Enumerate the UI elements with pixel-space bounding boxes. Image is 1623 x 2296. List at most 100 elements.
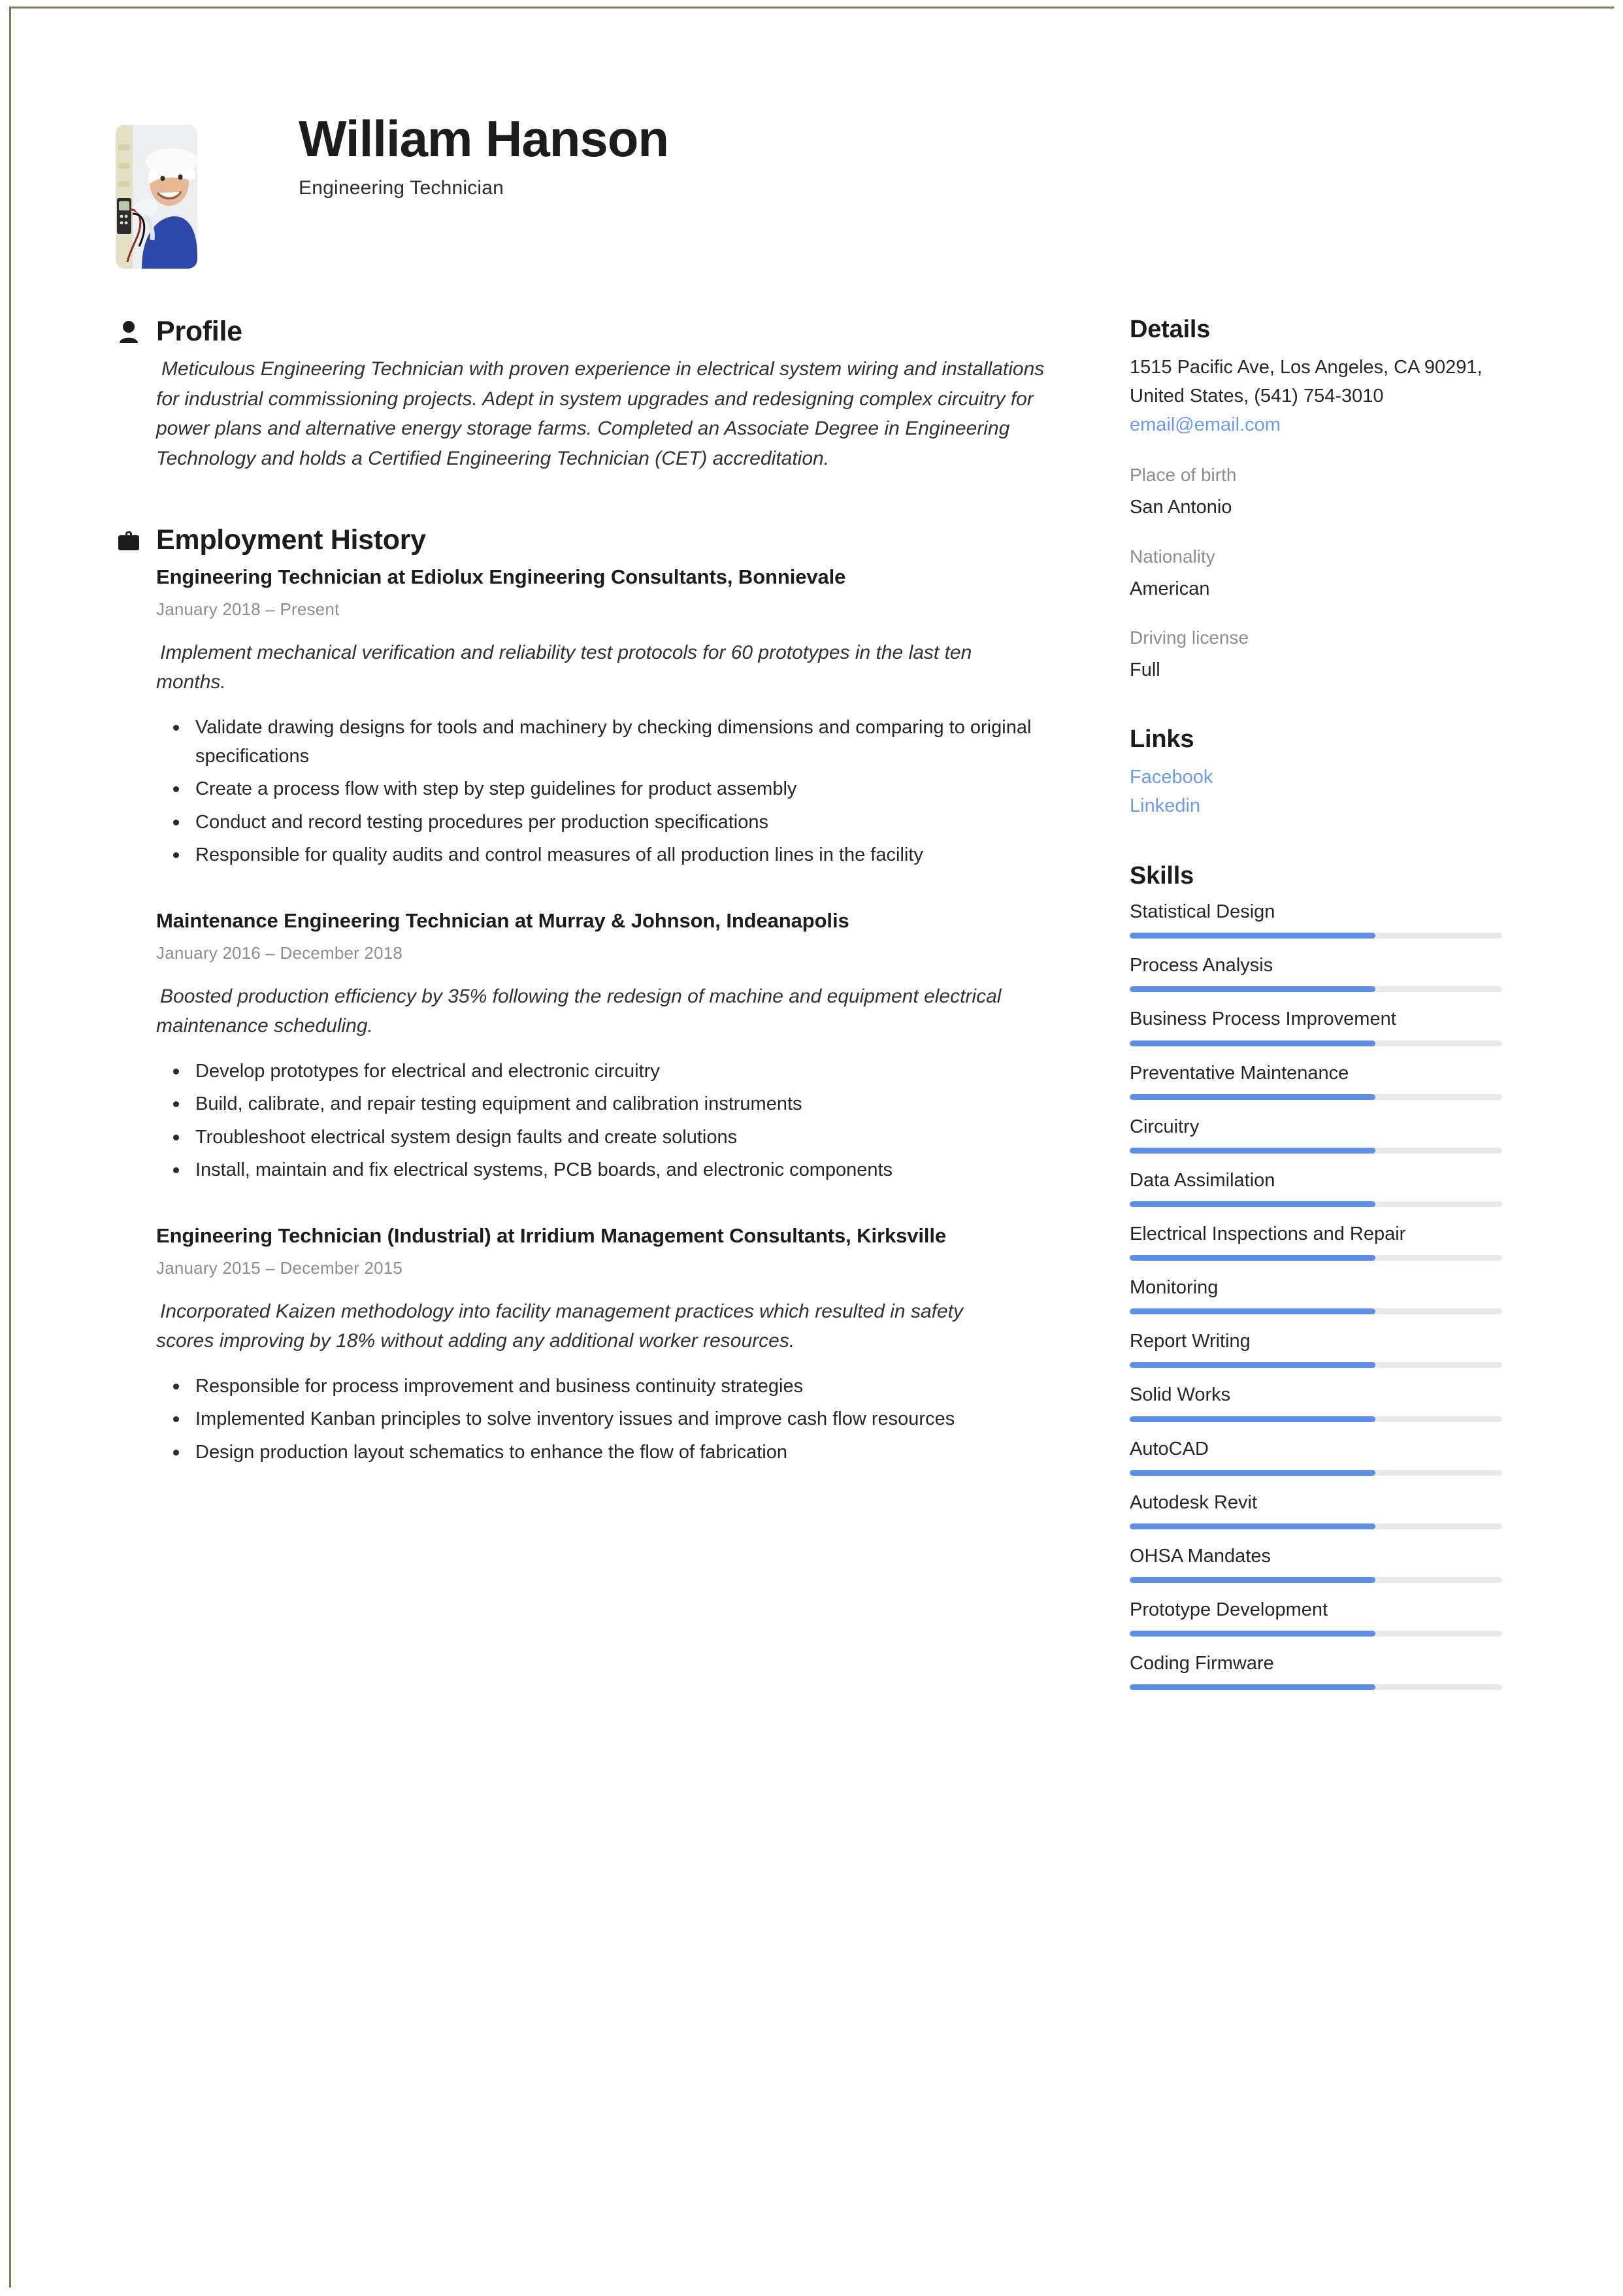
employment-section-title: Employment History — [156, 524, 426, 556]
link-linkedin[interactable]: Linkedin — [1130, 791, 1509, 820]
job-bullet: Validate drawing designs for tools and m… — [173, 714, 1045, 771]
job-heading: Engineering Technician at Ediolux Engine… — [156, 565, 846, 589]
job-heading: Engineering Technician (Industrial) at I… — [156, 1223, 947, 1247]
job-bullet: Install, maintain and fix electrical sys… — [173, 1156, 1045, 1185]
skill-level-track — [1130, 1577, 1502, 1583]
skill-level-track — [1130, 1631, 1502, 1637]
skill-level-fill — [1130, 1093, 1376, 1100]
skill-name: Prototype Development — [1130, 1599, 1328, 1620]
skill-name: Monitoring — [1130, 1277, 1219, 1299]
skill-level-track — [1130, 1040, 1502, 1046]
links-section: Links Facebook Linkedin — [1130, 725, 1509, 820]
job-bullet: Conduct and record testing procedures pe… — [173, 808, 1045, 837]
skill-name: AutoCAD — [1130, 1438, 1209, 1459]
job-summary: Incorporated Kaizen methodology into fac… — [156, 1300, 963, 1352]
employment-section: Employment History Engineering Technicia… — [116, 524, 1096, 1467]
skill-level-track — [1130, 1523, 1502, 1529]
skill-level-fill — [1130, 1308, 1376, 1315]
employment-entry: Engineering Technician (Industrial) at I… — [156, 1222, 1071, 1467]
skill-level-fill — [1130, 1255, 1376, 1261]
skill-name: Report Writing — [1130, 1331, 1251, 1352]
skill-name: Solid Works — [1130, 1384, 1231, 1406]
skill-name: Statistical Design — [1130, 901, 1275, 923]
job-title-subtitle: Engineering Technician — [299, 177, 504, 199]
skill-item: Statistical Design — [1130, 899, 1509, 939]
skill-level-fill — [1130, 1631, 1376, 1637]
details-field: Place of birth San Antonio — [1130, 461, 1509, 521]
skill-item: Monitoring — [1130, 1275, 1509, 1315]
details-field-label: Place of birth — [1130, 465, 1237, 486]
job-bullet: Develop prototypes for electrical and el… — [173, 1057, 1045, 1086]
skill-level-fill — [1130, 1147, 1376, 1154]
skill-item: Report Writing — [1130, 1329, 1509, 1369]
skill-level-track — [1130, 1308, 1502, 1315]
skill-name: Electrical Inspections and Repair — [1130, 1223, 1406, 1245]
skill-level-track — [1130, 1255, 1502, 1261]
skill-level-track — [1130, 933, 1502, 939]
links-section-title: Links — [1130, 725, 1194, 754]
skill-item: Coding Firmware — [1130, 1651, 1509, 1691]
job-dates: January 2016 – December 2018 — [156, 942, 403, 963]
job-bullet: Responsible for quality audits and contr… — [173, 841, 1045, 870]
skills-section-title: Skills — [1130, 862, 1194, 890]
profile-section: Profile Meticulous Engineering Technicia… — [116, 316, 1096, 473]
skill-item: Business Process Improvement — [1130, 1007, 1509, 1046]
skill-name: Data Assimilation — [1130, 1169, 1275, 1191]
job-bullet-list: Responsible for process improvement and … — [156, 1373, 1045, 1467]
job-bullet: Implemented Kanban principles to solve i… — [173, 1405, 1045, 1434]
job-dates: January 2015 – December 2015 — [156, 1257, 403, 1278]
main-column: Profile Meticulous Engineering Technicia… — [116, 316, 1096, 1471]
employment-entry: Maintenance Engineering Technician at Mu… — [156, 907, 1071, 1185]
skill-level-track — [1130, 986, 1502, 993]
employment-entry: Engineering Technician at Ediolux Engine… — [156, 563, 1071, 870]
skill-level-fill — [1130, 1416, 1376, 1422]
skill-name: Circuitry — [1130, 1116, 1200, 1137]
skill-level-fill — [1130, 1201, 1376, 1208]
skill-name: Autodesk Revit — [1130, 1491, 1258, 1513]
details-field-label: Nationality — [1130, 546, 1215, 567]
profile-section-header: Profile — [116, 316, 1096, 348]
skill-item: Solid Works — [1130, 1382, 1509, 1422]
skill-name: Business Process Improvement — [1130, 1008, 1396, 1030]
skills-list: Statistical Design Process Analysis Busine… — [1130, 899, 1509, 1691]
skill-item: Circuitry — [1130, 1114, 1509, 1154]
skill-level-fill — [1130, 986, 1376, 993]
skill-level-fill — [1130, 1469, 1376, 1476]
skill-item: AutoCAD — [1130, 1437, 1509, 1476]
skill-item: Process Analysis — [1130, 953, 1509, 993]
skill-level-fill — [1130, 1523, 1376, 1529]
skill-item: Prototype Development — [1130, 1597, 1509, 1637]
skill-item: OHSA Mandates — [1130, 1544, 1509, 1583]
skill-level-track — [1130, 1093, 1502, 1100]
page-title: William Hanson — [299, 110, 669, 167]
skill-level-fill — [1130, 933, 1376, 939]
job-bullet: Design production layout schematics to e… — [173, 1439, 1045, 1467]
link-facebook[interactable]: Facebook — [1130, 763, 1509, 791]
skill-level-track — [1130, 1416, 1502, 1422]
job-bullet: Responsible for process improvement and … — [173, 1373, 1045, 1401]
job-bullet: Troubleshoot electrical system design fa… — [173, 1123, 1045, 1152]
skill-level-track — [1130, 1362, 1502, 1369]
details-field-value: Full — [1130, 659, 1160, 681]
skill-level-fill — [1130, 1362, 1376, 1369]
details-section: Details 1515 Pacific Ave, Los Angeles, C… — [1130, 316, 1509, 684]
briefcase-icon — [116, 526, 142, 555]
resume-page-border: William Hanson Engineering Technician Pr… — [9, 7, 1616, 2289]
skill-item: Electrical Inspections and Repair — [1130, 1222, 1509, 1261]
skill-level-fill — [1130, 1684, 1376, 1691]
job-heading: Maintenance Engineering Technician at Mu… — [156, 908, 849, 932]
avatar — [116, 125, 197, 269]
details-email-link[interactable]: email@email.com — [1130, 410, 1509, 439]
name-block: William Hanson Engineering Technician — [299, 110, 669, 199]
details-field-label: Driving license — [1130, 627, 1249, 648]
skill-item: Data Assimilation — [1130, 1168, 1509, 1208]
skill-level-track — [1130, 1147, 1502, 1154]
skill-name: OHSA Mandates — [1130, 1545, 1271, 1567]
job-dates: January 2018 – Present — [156, 599, 340, 620]
resume-document: William Hanson Engineering Technician Pr… — [11, 8, 1616, 2289]
resume-header: William Hanson Engineering Technician — [116, 113, 1357, 270]
job-summary: Implement mechanical verification and re… — [156, 642, 972, 693]
sidebar-column: Details 1515 Pacific Ave, Los Angeles, C… — [1130, 316, 1509, 1705]
skill-level-fill — [1130, 1040, 1376, 1046]
details-address: 1515 Pacific Ave, Los Angeles, CA 90291,… — [1130, 357, 1483, 407]
